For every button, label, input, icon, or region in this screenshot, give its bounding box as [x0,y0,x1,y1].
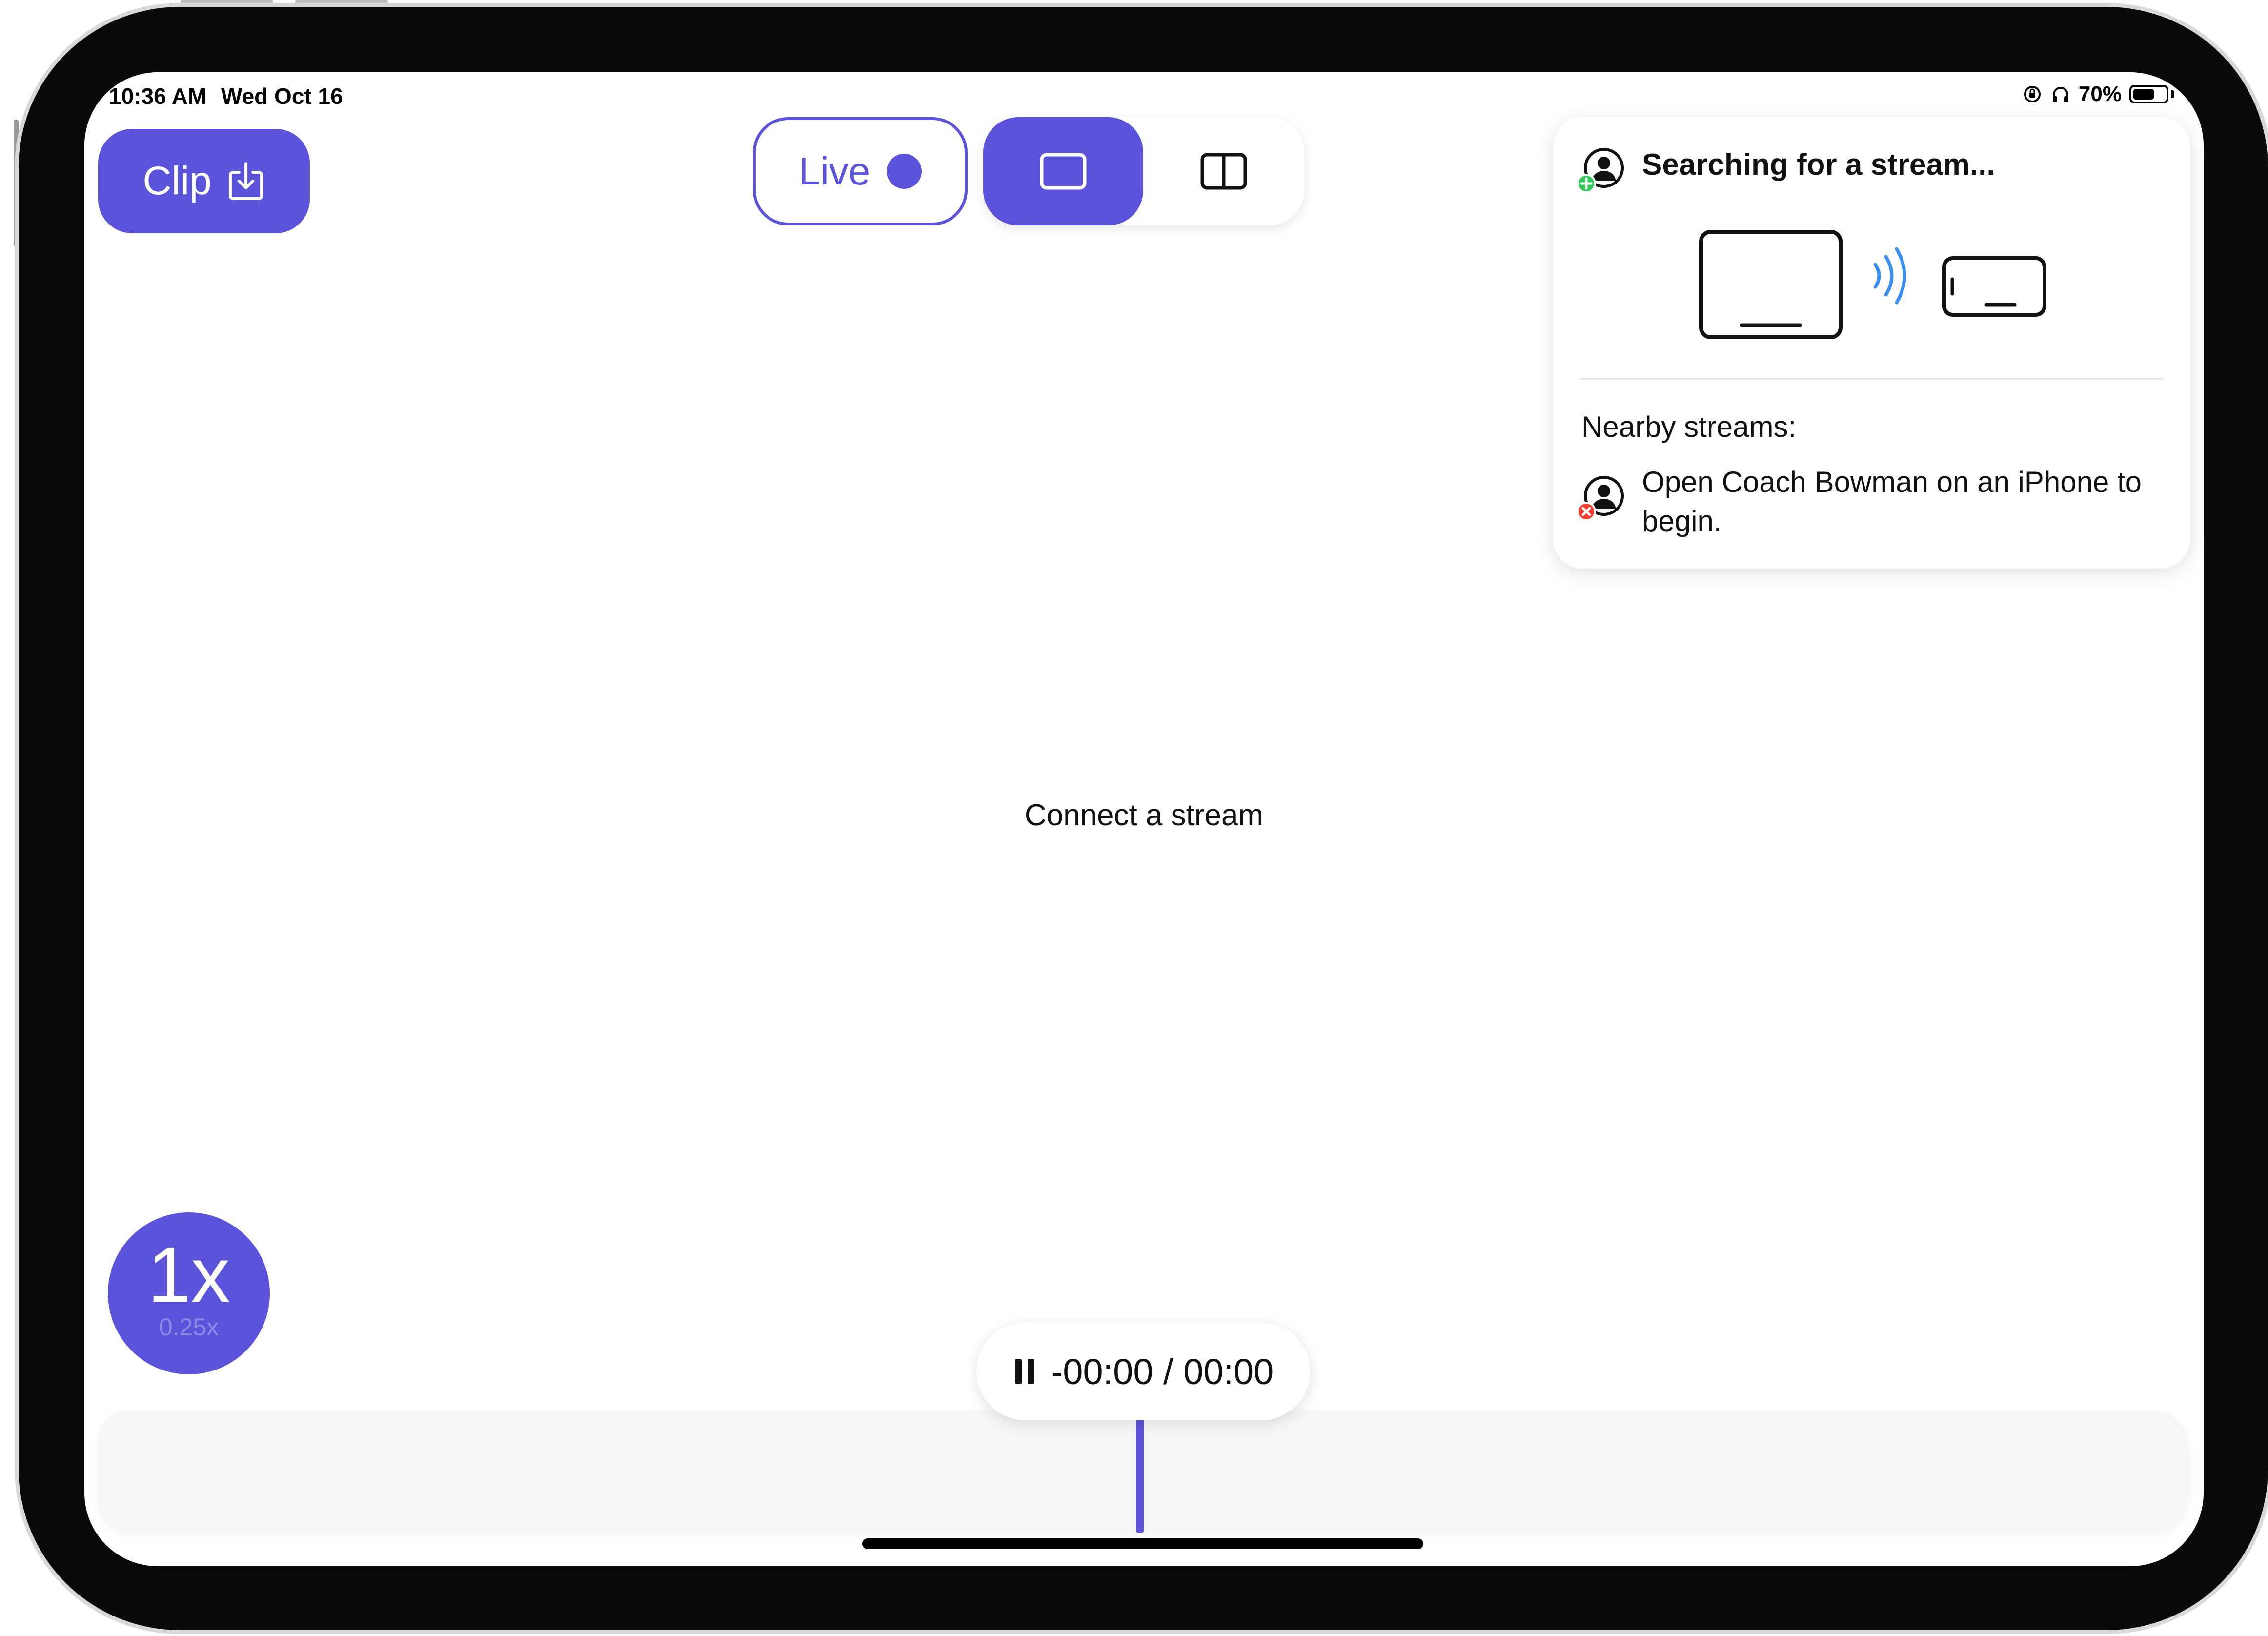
split-view-button[interactable] [1143,117,1304,225]
save-download-icon [228,162,263,200]
clip-button[interactable]: Clip [98,129,310,233]
single-view-button[interactable] [983,117,1143,225]
live-button[interactable]: Live [753,117,968,225]
battery-icon [2129,85,2168,103]
orientation-lock-icon [2024,86,2041,102]
connect-stream-message: Connect a stream [1024,798,1264,832]
status-right: 70% [2022,82,2174,106]
card-title: Searching for a stream... [1642,148,1995,182]
split-view-icon [1200,153,1247,190]
tablet-icon [1699,230,1843,339]
headphones-icon [2052,87,2068,102]
playhead[interactable] [1136,1419,1144,1533]
pause-icon[interactable] [1013,1357,1036,1386]
speed-value: 1x [147,1231,230,1318]
screen: 10:36 AM Wed Oct 16 70% Clip Live Search… [84,72,2204,1566]
stream-search-card: Searching for a stream... Nearby streams… [1553,117,2190,569]
hardware-button [181,0,273,7]
status-time: 10:36 AM [109,83,207,109]
phone-landscape-icon [1942,256,2046,317]
clip-label: Clip [142,159,212,203]
hardware-side-button [14,120,19,246]
live-label: Live [798,149,871,193]
hardware-button [295,0,388,7]
live-indicator-dot [887,154,922,189]
battery-fill [2133,89,2154,100]
playback-control: -00:00 / 00:00 [976,1323,1310,1420]
speed-alt-value: 0.25x [159,1313,219,1341]
card-divider [1580,378,2163,380]
time-display: -00:00 / 00:00 [1051,1351,1274,1392]
single-rectangle-icon [1040,153,1087,190]
person-unavailable-icon [1577,476,1624,521]
nearby-message: Open Coach Bowman on an iPhone to begin. [1642,466,2142,537]
wireless-signal-icon [1873,247,1906,305]
nearby-streams-label: Nearby streams: [1581,410,1797,443]
playback-speed-button[interactable]: 1x 0.25x [108,1212,270,1374]
battery-percent: 70% [2078,82,2122,106]
battery-tip [2171,90,2174,98]
home-indicator [862,1538,1423,1549]
person-add-icon [1577,148,1624,193]
layout-segmented-control [983,117,1304,225]
status-date: Wed Oct 16 [221,83,343,109]
